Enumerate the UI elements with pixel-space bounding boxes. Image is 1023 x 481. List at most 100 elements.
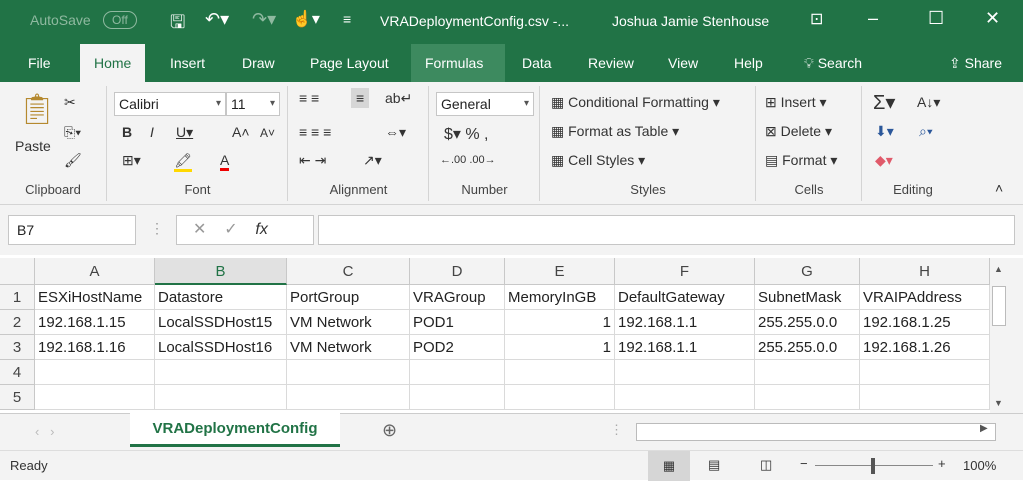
- cell-a4[interactable]: [35, 360, 155, 385]
- grow-font-button[interactable]: A˄: [232, 124, 250, 140]
- find-icon[interactable]: ⌕▾: [919, 123, 933, 140]
- fill-icon[interactable]: ⬇▾: [875, 123, 894, 140]
- orientation-icon[interactable]: ↗▾: [363, 152, 382, 169]
- tab-view[interactable]: View: [654, 44, 712, 82]
- cancel-icon[interactable]: ✕: [193, 221, 206, 238]
- decimal-icons[interactable]: ←.00 .00→: [440, 154, 496, 166]
- italic-button[interactable]: I: [150, 124, 154, 140]
- row-header[interactable]: 5: [0, 385, 35, 410]
- cell-b5[interactable]: [155, 385, 287, 410]
- enter-icon[interactable]: ✓: [224, 221, 237, 238]
- tab-home[interactable]: Home: [80, 44, 146, 82]
- zoom-out-button[interactable]: −: [800, 456, 808, 471]
- zoom-in-button[interactable]: +: [938, 456, 946, 471]
- tab-file[interactable]: File: [14, 44, 65, 82]
- delete-cells-button[interactable]: ⊠ Delete ▾: [765, 123, 832, 140]
- row-header[interactable]: 4: [0, 360, 35, 385]
- font-color-icon[interactable]: A: [220, 152, 230, 171]
- cell-f5[interactable]: [615, 385, 755, 410]
- splitter-handle[interactable]: ⋮: [150, 220, 164, 237]
- cell-styles-button[interactable]: ▦ Cell Styles ▾: [551, 152, 645, 169]
- column-header-d[interactable]: D: [410, 258, 505, 285]
- cell-h5[interactable]: [860, 385, 990, 410]
- name-box[interactable]: B7: [8, 215, 136, 245]
- cell-g1[interactable]: SubnetMask: [755, 285, 860, 310]
- cell-c3[interactable]: VM Network: [287, 335, 410, 360]
- wrap-text-icon[interactable]: ab↵: [385, 90, 412, 107]
- sheet-nav-arrows[interactable]: ‹ ›: [35, 424, 55, 439]
- borders-icon[interactable]: ⊞▾: [122, 152, 141, 169]
- column-header-c[interactable]: C: [287, 258, 410, 285]
- cell-b3[interactable]: LocalSSDHost16: [155, 335, 287, 360]
- tab-splitter[interactable]: ⋮: [610, 422, 623, 438]
- cell-e2[interactable]: 1: [505, 310, 615, 335]
- cell-f2[interactable]: 192.168.1.1: [615, 310, 755, 335]
- worksheet-grid[interactable]: A B C D E F G H 1 ESXiHostName Datastore PortGroup V…: [0, 258, 990, 413]
- tab-data[interactable]: Data: [508, 44, 566, 82]
- user-name[interactable]: Joshua Jamie Stenhouse: [612, 13, 769, 29]
- insert-cells-button[interactable]: ⊞ Insert ▾: [765, 94, 827, 111]
- cell-g2[interactable]: 255.255.0.0: [755, 310, 860, 335]
- column-header-a[interactable]: A: [35, 258, 155, 285]
- cell-a1[interactable]: ESXiHostName: [35, 285, 155, 310]
- number-format-select[interactable]: General: [436, 92, 534, 116]
- underline-button[interactable]: U▾: [176, 124, 193, 141]
- cut-icon[interactable]: ✂: [64, 94, 76, 111]
- touch-mode-icon[interactable]: ☝▾: [292, 9, 320, 29]
- page-layout-view-icon[interactable]: ▤: [708, 457, 720, 473]
- column-header-g[interactable]: G: [755, 258, 860, 285]
- cell-e5[interactable]: [505, 385, 615, 410]
- row-header[interactable]: 3: [0, 335, 35, 360]
- cell-c5[interactable]: [287, 385, 410, 410]
- cell-f3[interactable]: 192.168.1.1: [615, 335, 755, 360]
- bold-button[interactable]: B: [122, 124, 132, 140]
- format-cells-button[interactable]: ▤ Format ▾: [765, 152, 837, 169]
- column-header-b[interactable]: B: [155, 258, 287, 285]
- scroll-down-icon[interactable]: ▼: [994, 398, 1003, 408]
- undo-icon[interactable]: ↶▾: [205, 9, 229, 30]
- format-as-table-button[interactable]: ▦ Format as Table ▾: [551, 123, 679, 140]
- zoom-level[interactable]: 100%: [963, 458, 996, 473]
- cell-h3[interactable]: 192.168.1.26: [860, 335, 990, 360]
- cell-h2[interactable]: 192.168.1.25: [860, 310, 990, 335]
- shrink-font-button[interactable]: A˅: [260, 126, 275, 140]
- tab-draw[interactable]: Draw: [228, 44, 289, 82]
- search-box[interactable]: 💡︎ Search: [790, 44, 876, 82]
- tab-review[interactable]: Review: [574, 44, 648, 82]
- maximize-button[interactable]: ☐: [928, 8, 944, 29]
- sheet-tab-active[interactable]: VRADeploymentConfig: [130, 413, 340, 447]
- column-header-e[interactable]: E: [505, 258, 615, 285]
- close-button[interactable]: ✕: [985, 8, 1000, 29]
- cell-b4[interactable]: [155, 360, 287, 385]
- zoom-slider-thumb[interactable]: [871, 458, 875, 474]
- horizontal-scrollbar[interactable]: [636, 423, 996, 441]
- new-sheet-icon[interactable]: ⊕: [382, 420, 397, 441]
- cell-g5[interactable]: [755, 385, 860, 410]
- sort-filter-icon[interactable]: A↓▾: [917, 94, 940, 111]
- cell-e1[interactable]: MemoryInGB: [505, 285, 615, 310]
- cell-b1[interactable]: Datastore: [155, 285, 287, 310]
- cell-d1[interactable]: VRAGroup: [410, 285, 505, 310]
- cell-h4[interactable]: [860, 360, 990, 385]
- cell-a5[interactable]: [35, 385, 155, 410]
- tab-formulas[interactable]: Formulas: [411, 44, 505, 82]
- cell-d4[interactable]: [410, 360, 505, 385]
- copy-icon[interactable]: ⎘▾: [64, 124, 81, 141]
- cell-c4[interactable]: [287, 360, 410, 385]
- vertical-scrollbar[interactable]: ▲ ▼: [990, 258, 1023, 413]
- redo-icon[interactable]: ↷▾: [252, 9, 276, 30]
- currency-icon[interactable]: $▾ % ,: [444, 124, 489, 144]
- cell-c1[interactable]: PortGroup: [287, 285, 410, 310]
- cell-f1[interactable]: DefaultGateway: [615, 285, 755, 310]
- cell-b2[interactable]: LocalSSDHost15: [155, 310, 287, 335]
- cell-g4[interactable]: [755, 360, 860, 385]
- align-top-icon[interactable]: ≡ ≡: [299, 90, 319, 106]
- autosum-icon[interactable]: Σ▾: [873, 90, 895, 115]
- format-painter-icon[interactable]: 🖌︎: [64, 152, 82, 169]
- customize-qat-icon[interactable]: ≡: [343, 11, 351, 27]
- align-bottom-icon[interactable]: ≡: [351, 88, 370, 108]
- page-break-view-icon[interactable]: ◫: [760, 457, 772, 473]
- font-size-select[interactable]: 11: [226, 92, 280, 116]
- normal-view-icon[interactable]: ▦: [648, 451, 690, 481]
- tab-insert[interactable]: Insert: [156, 44, 219, 82]
